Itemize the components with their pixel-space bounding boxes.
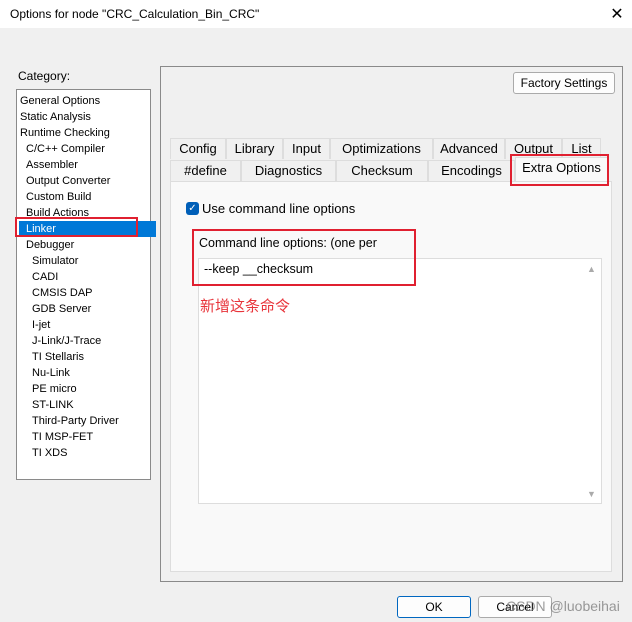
category-item[interactable]: Custom Build bbox=[19, 189, 156, 205]
tab-advanced[interactable]: Advanced bbox=[433, 138, 505, 159]
category-item[interactable]: Runtime Checking bbox=[19, 125, 150, 141]
tab-library[interactable]: Library bbox=[226, 138, 283, 159]
tab-input[interactable]: Input bbox=[283, 138, 330, 159]
tab-optimizations[interactable]: Optimizations bbox=[330, 138, 433, 159]
category-item[interactable]: ST-LINK bbox=[19, 397, 162, 413]
scroll-down-icon[interactable]: ▼ bbox=[587, 489, 596, 499]
tab-encodings[interactable]: Encodings bbox=[428, 160, 515, 181]
close-icon[interactable]: ✕ bbox=[608, 4, 626, 24]
category-item[interactable]: TI MSP-FET bbox=[19, 429, 162, 445]
category-item[interactable]: GDB Server bbox=[19, 301, 162, 317]
category-item[interactable]: C/C++ Compiler bbox=[19, 141, 156, 157]
category-item[interactable]: CMSIS DAP bbox=[19, 285, 162, 301]
tab-checksum[interactable]: Checksum bbox=[336, 160, 428, 181]
highlight-command-line bbox=[192, 229, 416, 286]
category-item[interactable]: Simulator bbox=[19, 253, 162, 269]
annotation-text: 新增这条命令 bbox=[200, 298, 291, 315]
watermark: CSDN @luobeihai bbox=[506, 598, 620, 614]
category-item[interactable]: PE micro bbox=[19, 381, 162, 397]
category-label: Category: bbox=[18, 69, 71, 83]
factory-settings-button[interactable]: Factory Settings bbox=[513, 72, 615, 94]
category-item[interactable]: Nu-Link bbox=[19, 365, 162, 381]
use-command-line-checkbox[interactable]: ✓ bbox=[186, 202, 199, 215]
category-item[interactable]: Static Analysis bbox=[19, 109, 150, 125]
category-item[interactable]: General Options bbox=[19, 93, 150, 109]
window-title: Options for node "CRC_Calculation_Bin_CR… bbox=[10, 7, 260, 21]
ok-button[interactable]: OK bbox=[397, 596, 471, 618]
tab-define[interactable]: #define bbox=[170, 160, 241, 181]
category-item[interactable]: Third-Party Driver bbox=[19, 413, 162, 429]
category-item[interactable]: Output Converter bbox=[19, 173, 156, 189]
category-item[interactable]: Assembler bbox=[19, 157, 156, 173]
category-item[interactable]: TI XDS bbox=[19, 445, 162, 461]
tab-diagnostics[interactable]: Diagnostics bbox=[241, 160, 336, 181]
scroll-up-icon[interactable]: ▲ bbox=[587, 264, 596, 274]
tab-config[interactable]: Config bbox=[170, 138, 226, 159]
category-item[interactable]: I-jet bbox=[19, 317, 162, 333]
category-list[interactable]: General Options Static Analysis Runtime Ch… bbox=[16, 89, 156, 480]
category-item[interactable]: TI Stellaris bbox=[19, 349, 162, 365]
highlight-extra-options-tab bbox=[510, 154, 609, 186]
category-item[interactable]: Debugger bbox=[19, 237, 156, 253]
category-item[interactable]: J-Link/J-Trace bbox=[19, 333, 162, 349]
category-item[interactable]: CADI bbox=[19, 269, 162, 285]
use-command-line-label[interactable]: Use command line options bbox=[202, 201, 355, 216]
highlight-linker bbox=[15, 217, 138, 237]
